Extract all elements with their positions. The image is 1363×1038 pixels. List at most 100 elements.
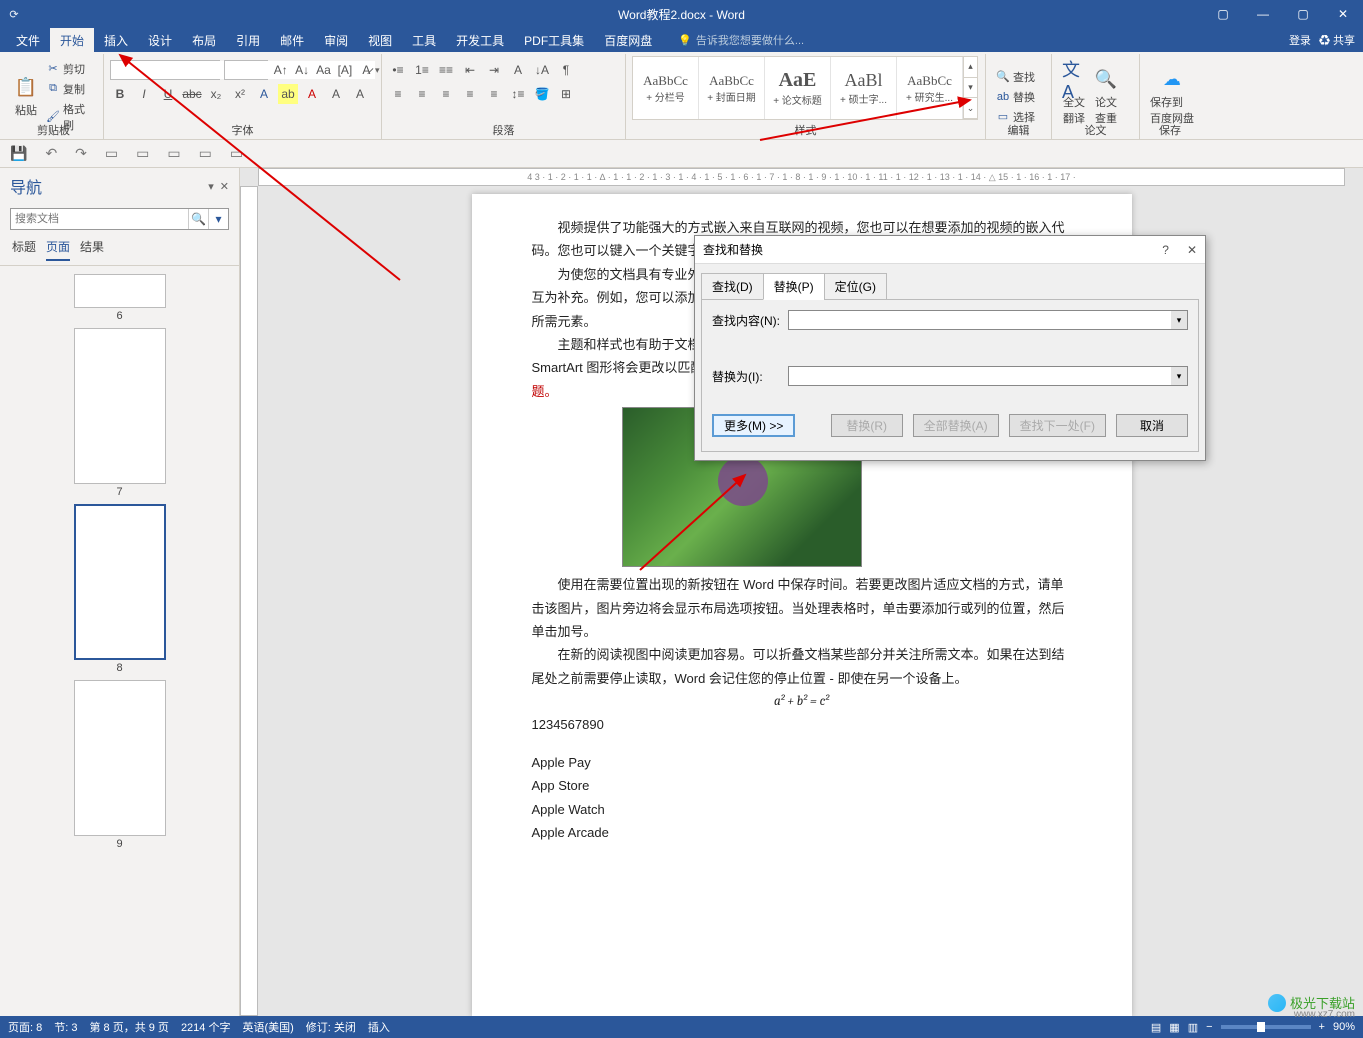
view-read-icon[interactable]: ▤ [1151, 1021, 1161, 1034]
thumb-9[interactable]: 9 [74, 680, 166, 850]
zoom-knob[interactable] [1257, 1022, 1265, 1032]
superscript-button[interactable]: x² [230, 84, 250, 104]
find-what-combo[interactable]: ▾ [788, 310, 1188, 330]
close-icon[interactable]: ✕ [220, 180, 229, 193]
horizontal-ruler[interactable]: 4 3 · 1 · 2 · 1 · 1 · ∆ · 1 · 1 · 2 · 1 … [258, 168, 1345, 186]
close-button[interactable]: ✕ [1323, 0, 1363, 28]
more-button[interactable]: 更多(M) >> [712, 414, 795, 437]
qat-icon-5[interactable]: ▭ [136, 145, 149, 162]
copy-button[interactable]: ⧉复制 [42, 79, 97, 99]
zoom-in-icon[interactable]: + [1319, 1021, 1325, 1033]
chevron-down-icon[interactable]: ▾ [1171, 367, 1187, 385]
status-word-count[interactable]: 2214 个字 [181, 1019, 231, 1035]
status-page-of[interactable]: 第 8 页，共 9 页 [89, 1019, 168, 1035]
dialog-titlebar[interactable]: 查找和替换 ?✕ [695, 236, 1205, 264]
qat-icon-8[interactable]: ▭ [230, 145, 243, 162]
replace-all-button[interactable]: 全部替换(A) [913, 414, 999, 437]
align-center-button[interactable]: ≡ [412, 84, 432, 104]
chevron-up-icon[interactable]: ▴ [964, 57, 977, 78]
thumb-8[interactable]: 8 [74, 504, 166, 674]
find-next-button[interactable]: 查找下一处(F) [1009, 414, 1106, 437]
share-button[interactable]: ♻ 共享 [1319, 32, 1355, 48]
tab-references[interactable]: 引用 [226, 28, 270, 53]
search-icon[interactable]: 🔍 [188, 209, 208, 229]
shrink-font-button[interactable]: A↓ [293, 60, 310, 80]
style-gallery-scroll[interactable]: ▴▾⌄ [963, 57, 977, 119]
increase-indent-button[interactable]: ⇥ [484, 60, 504, 80]
tab-file[interactable]: 文件 [6, 28, 50, 53]
tab-review[interactable]: 审阅 [314, 28, 358, 53]
status-language[interactable]: 英语(美国) [242, 1019, 293, 1035]
view-print-icon[interactable]: ▦ [1169, 1021, 1179, 1034]
chevron-down-icon[interactable]: ▾ [1171, 311, 1187, 329]
bold-button[interactable]: B [110, 84, 130, 104]
dialog-tab-goto[interactable]: 定位(G) [824, 273, 887, 300]
redo-icon[interactable]: ↷ [75, 145, 87, 162]
clear-format-button[interactable]: A̷ [358, 60, 375, 80]
thumb-6[interactable]: 6 [74, 274, 166, 322]
tab-baidu[interactable]: 百度网盘 [594, 28, 662, 53]
maximize-button[interactable]: ▢ [1283, 0, 1323, 28]
change-case-button[interactable]: Aa [315, 60, 332, 80]
replace-with-combo[interactable]: ▾ [788, 366, 1188, 386]
replace-one-button[interactable]: 替换(R) [831, 414, 903, 437]
multilevel-button[interactable]: ≡≡ [436, 60, 456, 80]
find-button[interactable]: 🔍查找 [992, 67, 1045, 87]
asian-layout-button[interactable]: A [508, 60, 528, 80]
more-styles-icon[interactable]: ⌄ [964, 98, 977, 119]
tab-mailings[interactable]: 邮件 [270, 28, 314, 53]
zoom-slider[interactable] [1221, 1025, 1311, 1029]
chevron-down-icon[interactable]: ▾ [375, 65, 380, 76]
style-gallery[interactable]: AaBbCc+ 分栏号 AaBbCc+ 封面日期 AaE+ 论文标题 AaBl+… [632, 56, 978, 120]
decrease-indent-button[interactable]: ⇤ [460, 60, 480, 80]
sort-button[interactable]: ↓A [532, 60, 552, 80]
qat-icon-4[interactable]: ▭ [105, 145, 118, 162]
login-link[interactable]: 登录 [1289, 32, 1311, 48]
subscript-button[interactable]: x₂ [206, 84, 226, 104]
text-line[interactable]: Apple Arcade [532, 821, 1072, 844]
grow-font-button[interactable]: A↑ [272, 60, 289, 80]
paragraph[interactable]: 使用在需要位置出现的新按钮在 Word 中保存时间。若要更改图片适应文档的方式，… [532, 573, 1072, 643]
italic-button[interactable]: I [134, 84, 154, 104]
char-shading-button[interactable]: A [350, 84, 370, 104]
chevron-down-icon[interactable]: ▾ [964, 78, 977, 99]
style-item-3[interactable]: AaBl+ 硕士字... [831, 57, 897, 119]
shading-button[interactable]: 🪣 [532, 84, 552, 104]
nav-search-input[interactable] [11, 209, 188, 229]
tell-me-box[interactable]: 💡 告诉我您想要做什么... [678, 32, 804, 48]
paragraph[interactable]: 在新的阅读视图中阅读更加容易。可以折叠文档某些部分并关注所需文本。如果在达到结尾… [532, 643, 1072, 690]
autosave-icon[interactable]: ⟳ [6, 6, 22, 22]
tab-pdf[interactable]: PDF工具集 [514, 28, 594, 53]
undo-icon[interactable]: ↶ [45, 145, 57, 162]
text-line[interactable]: App Store [532, 774, 1072, 797]
status-section[interactable]: 节: 3 [54, 1019, 77, 1035]
numbering-button[interactable]: 1≡ [412, 60, 432, 80]
tab-layout[interactable]: 布局 [182, 28, 226, 53]
zoom-out-icon[interactable]: − [1206, 1021, 1212, 1033]
minimize-button[interactable]: — [1243, 0, 1283, 28]
find-replace-dialog[interactable]: 查找和替换 ?✕ 查找(D) 替换(P) 定位(G) 查找内容(N): ▾ 替换… [694, 235, 1206, 461]
nav-tab-results[interactable]: 结果 [80, 238, 104, 261]
nav-search-box[interactable]: 🔍 ▾ [10, 208, 229, 230]
nav-tab-headings[interactable]: 标题 [12, 238, 36, 261]
equation[interactable]: a² + b² = c² [532, 690, 1072, 713]
tab-tools[interactable]: 工具 [402, 28, 446, 53]
text-line[interactable]: 1234567890 [532, 713, 1072, 736]
font-color-button[interactable]: A [302, 84, 322, 104]
qat-icon-7[interactable]: ▭ [199, 145, 212, 162]
replace-button[interactable]: ab替换 [992, 87, 1045, 107]
view-web-icon[interactable]: ▥ [1188, 1021, 1198, 1034]
chevron-down-icon[interactable]: ▾ [208, 180, 214, 193]
char-border-button[interactable]: A [326, 84, 346, 104]
tab-insert[interactable]: 插入 [94, 28, 138, 53]
tab-view[interactable]: 视图 [358, 28, 402, 53]
cancel-button[interactable]: 取消 [1116, 414, 1188, 437]
nav-tab-pages[interactable]: 页面 [46, 238, 70, 261]
borders-button[interactable]: ⊞ [556, 84, 576, 104]
underline-button[interactable]: U [158, 84, 178, 104]
justify-button[interactable]: ≡ [460, 84, 480, 104]
tab-developer[interactable]: 开发工具 [446, 28, 514, 53]
distribute-button[interactable]: ≡ [484, 84, 504, 104]
style-item-2[interactable]: AaE+ 论文标题 [765, 57, 831, 119]
thumb-7[interactable]: 7 [74, 328, 166, 498]
